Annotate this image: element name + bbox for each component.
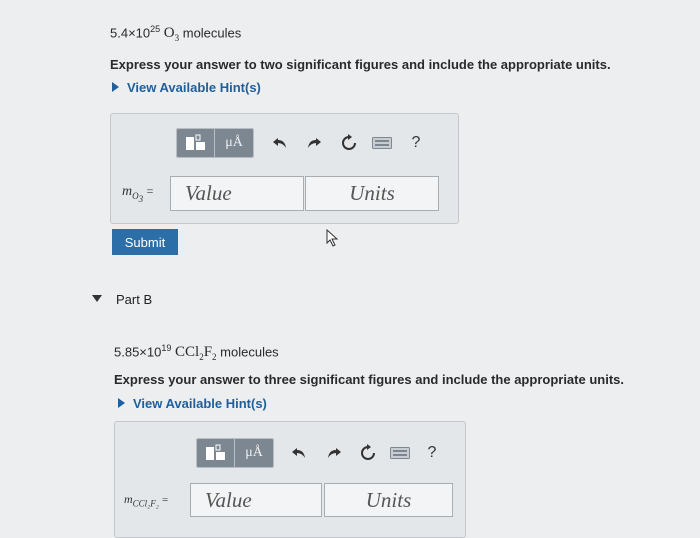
reset-icon[interactable] xyxy=(356,441,380,465)
keyboard-icon[interactable] xyxy=(388,441,412,465)
part-b-collapse-toggle[interactable] xyxy=(92,295,102,302)
part-b-variable-label: mCCl₂F₂ = xyxy=(124,492,169,509)
part-b-problem: 5.85×1019 CCl2F2 molecules xyxy=(114,343,279,362)
caret-right-icon xyxy=(118,398,125,408)
redo-icon[interactable] xyxy=(302,131,326,155)
part-a-hint-link[interactable]: View Available Hint(s) xyxy=(112,80,261,95)
part-b-value-input[interactable]: Value xyxy=(190,483,322,517)
part-a-units-input[interactable]: Units xyxy=(305,176,439,211)
part-b-hint-link[interactable]: View Available Hint(s) xyxy=(118,396,267,411)
part-a-toolbar-templates: μÅ xyxy=(176,128,254,158)
reset-icon[interactable] xyxy=(337,131,361,155)
part-b-toolbar-templates: μÅ xyxy=(196,438,274,468)
problem-formula: O3 xyxy=(163,25,180,44)
problem-suffix: molecules xyxy=(220,344,279,360)
problem-formula: CCl2F2 xyxy=(175,344,217,363)
caret-right-icon xyxy=(112,82,119,92)
part-a-variable-label: mO3 = xyxy=(122,184,154,204)
problem-exponent: 25 xyxy=(150,24,161,34)
templates-icon xyxy=(185,134,205,150)
part-b-units-input[interactable]: Units xyxy=(324,483,453,517)
submit-button[interactable]: Submit xyxy=(112,229,178,255)
undo-icon[interactable] xyxy=(287,441,311,465)
part-b-title: Part B xyxy=(116,292,153,307)
units-symbol-button[interactable]: μÅ xyxy=(215,129,253,157)
part-b-answer-panel xyxy=(114,421,466,538)
part-a-problem: 5.4×1025 O3 molecules xyxy=(110,24,241,43)
part-a-value-input[interactable]: Value xyxy=(170,176,304,211)
undo-icon[interactable] xyxy=(268,131,292,155)
mouse-pointer-icon xyxy=(326,228,340,252)
problem-coefficient: 5.4×10 xyxy=(110,25,151,41)
keyboard-icon[interactable] xyxy=(370,131,394,155)
units-symbol-button[interactable]: μÅ xyxy=(235,439,273,467)
part-a-instruction: Express your answer to two significant f… xyxy=(110,57,611,72)
problem-coefficient: 5.85×10 xyxy=(114,344,162,360)
part-b-instruction: Express your answer to three significant… xyxy=(114,372,624,387)
help-icon[interactable]: ? xyxy=(404,131,428,155)
templates-button[interactable] xyxy=(177,129,215,157)
problem-exponent: 19 xyxy=(161,343,172,353)
templates-button[interactable] xyxy=(197,439,235,467)
redo-icon[interactable] xyxy=(322,441,346,465)
help-icon[interactable]: ? xyxy=(420,441,444,465)
problem-suffix: molecules xyxy=(182,25,242,41)
templates-icon xyxy=(205,444,225,460)
